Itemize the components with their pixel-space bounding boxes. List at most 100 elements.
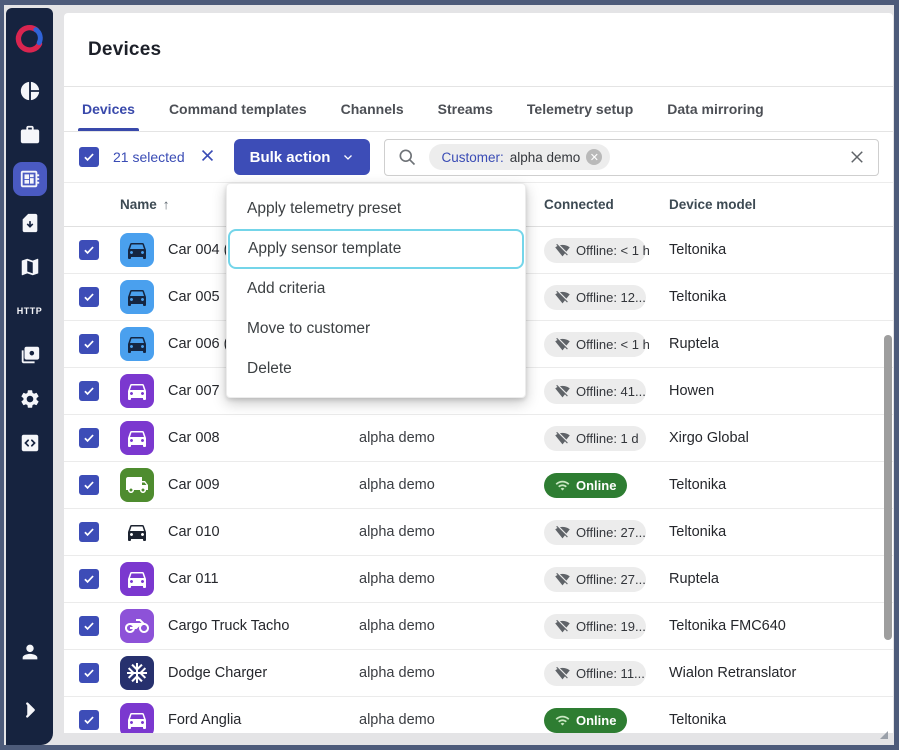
table-row[interactable]: Dodge Chargeralpha demoOffline: 11...Wia…: [64, 650, 893, 697]
row-checkbox[interactable]: [79, 428, 99, 448]
status-label: Online: [576, 713, 616, 728]
wifi-off-icon: [555, 666, 570, 681]
sidebar-item-media[interactable]: [13, 338, 47, 372]
table-row[interactable]: Car 011alpha demoOffline: 27...Ruptela: [64, 556, 893, 603]
status-badge: Offline: 27...: [544, 567, 646, 592]
device-name: Car 007: [168, 383, 220, 399]
page-title: Devices: [88, 39, 161, 61]
connected-cell: Offline: 19...: [544, 614, 659, 639]
search-input[interactable]: Customer: alpha demo ✕: [384, 139, 879, 176]
sidebar-bottom: [13, 635, 47, 745]
column-header-device-model[interactable]: Device model: [659, 197, 893, 212]
row-checkbox[interactable]: [79, 663, 99, 683]
status-label: Offline: 11...: [576, 666, 645, 681]
device-name-cell: Cargo Truck Tacho: [112, 609, 359, 643]
sidebar-item-sim-card[interactable]: [13, 206, 47, 240]
row-checkbox[interactable]: [79, 334, 99, 354]
device-type-scooter-icon: [120, 609, 154, 643]
tab-telemetry-setup[interactable]: Telemetry setup: [527, 87, 633, 131]
sidebar-item-map[interactable]: [13, 250, 47, 284]
sidebar-item-user[interactable]: [13, 635, 47, 669]
connected-cell: Offline: 12...: [544, 285, 659, 310]
page-header: Devices: [64, 13, 893, 87]
status-label: Offline: < 1 h: [576, 337, 650, 352]
row-checkbox[interactable]: [79, 287, 99, 307]
menu-item-delete[interactable]: Delete: [227, 349, 525, 389]
app-logo[interactable]: [13, 22, 47, 56]
table-row[interactable]: Ford Angliaalpha demoOnlineTeltonika: [64, 697, 893, 733]
vertical-scrollbar[interactable]: [884, 335, 892, 640]
status-label: Offline: 19...: [576, 619, 646, 634]
device-name: Cargo Truck Tacho: [168, 618, 289, 634]
tab-devices[interactable]: Devices: [82, 87, 135, 131]
tab-channels[interactable]: Channels: [341, 87, 404, 131]
device-type-snowflake-icon: [120, 656, 154, 690]
workspace-background: HTTP Devices Devices Command templates Cha…: [4, 5, 894, 745]
menu-item-apply-sensor-template[interactable]: Apply sensor template: [228, 229, 524, 269]
tab-command-templates[interactable]: Command templates: [169, 87, 307, 131]
device-name: Car 008: [168, 430, 220, 446]
bulk-action-menu: Apply telemetry presetApply sensor templ…: [226, 183, 526, 398]
wifi-off-icon: [555, 337, 570, 352]
status-label: Offline: 12...: [576, 290, 646, 305]
device-name-cell: Car 009: [112, 468, 359, 502]
wifi-icon: [555, 713, 570, 728]
tab-streams[interactable]: Streams: [438, 87, 493, 131]
sidebar-item-code-box[interactable]: [13, 426, 47, 460]
device-type-car-icon: [120, 280, 154, 314]
selection-toolbar: 21 selected Bulk action Customer: alpha …: [64, 132, 893, 183]
search-clear-icon[interactable]: [848, 148, 866, 166]
wifi-off-icon: [555, 431, 570, 446]
table-row[interactable]: Car 009alpha demoOnlineTeltonika: [64, 462, 893, 509]
sidebar-item-pie-chart[interactable]: [13, 74, 47, 108]
menu-item-move-to-customer[interactable]: Move to customer: [227, 309, 525, 349]
sidebar-item-settings[interactable]: [13, 382, 47, 416]
row-checkbox[interactable]: [79, 616, 99, 636]
connected-cell: Offline: 41...: [544, 379, 659, 404]
connected-cell: Offline: 1 d: [544, 426, 659, 451]
filter-chip-remove-icon[interactable]: ✕: [586, 149, 602, 165]
column-header-connected[interactable]: Connected: [544, 197, 659, 212]
filter-chip-customer[interactable]: Customer: alpha demo ✕: [429, 144, 610, 170]
customer-cell: alpha demo: [359, 430, 544, 446]
row-checkbox[interactable]: [79, 475, 99, 495]
sidebar-item-expand[interactable]: [13, 693, 47, 727]
status-badge: Offline: 1 d: [544, 426, 646, 451]
device-model-cell: Wialon Retranslator: [659, 665, 893, 681]
app-window: HTTP Devices Devices Command templates Cha…: [0, 0, 899, 750]
sidebar-item-http[interactable]: HTTP: [13, 294, 47, 328]
wifi-icon: [555, 478, 570, 493]
menu-item-add-criteria[interactable]: Add criteria: [227, 269, 525, 309]
selected-count: 21 selected: [113, 149, 185, 165]
bulk-action-button[interactable]: Bulk action: [234, 139, 371, 175]
device-type-car-icon: [120, 233, 154, 267]
filter-chip-value: alpha demo: [510, 150, 581, 165]
row-checkbox[interactable]: [79, 522, 99, 542]
sidebar-item-devices[interactable]: [13, 162, 47, 196]
resize-grip[interactable]: [880, 731, 888, 739]
device-type-car-icon: [120, 374, 154, 408]
tab-bar: Devices Command templates Channels Streams T…: [64, 87, 893, 132]
tab-data-mirroring[interactable]: Data mirroring: [667, 87, 763, 131]
row-checkbox[interactable]: [79, 240, 99, 260]
row-checkbox[interactable]: [79, 710, 99, 730]
row-checkbox-cell: [64, 616, 112, 636]
customer-cell: alpha demo: [359, 618, 544, 634]
device-name-cell: Car 008: [112, 421, 359, 455]
row-checkbox[interactable]: [79, 381, 99, 401]
main-panel: Devices Devices Command templates Channels…: [64, 13, 893, 733]
wifi-off-icon: [555, 572, 570, 587]
row-checkbox[interactable]: [79, 569, 99, 589]
clear-selection-icon[interactable]: [199, 147, 216, 167]
sidebar-nav: HTTP: [13, 74, 47, 460]
table-row[interactable]: Car 010alpha demoOffline: 27...Teltonika: [64, 509, 893, 556]
status-label: Offline: 41...: [576, 384, 646, 399]
connected-cell: Online: [544, 473, 659, 498]
row-checkbox-cell: [64, 522, 112, 542]
table-row[interactable]: Cargo Truck Tacho alpha demo Offline: 19..…: [64, 603, 893, 650]
sidebar-item-briefcase[interactable]: [13, 118, 47, 152]
row-checkbox-cell: [64, 240, 112, 260]
menu-item-apply-telemetry-preset[interactable]: Apply telemetry preset: [227, 189, 525, 229]
table-row[interactable]: Car 008alpha demoOffline: 1 dXirgo Globa…: [64, 415, 893, 462]
select-all-checkbox[interactable]: [79, 147, 99, 167]
